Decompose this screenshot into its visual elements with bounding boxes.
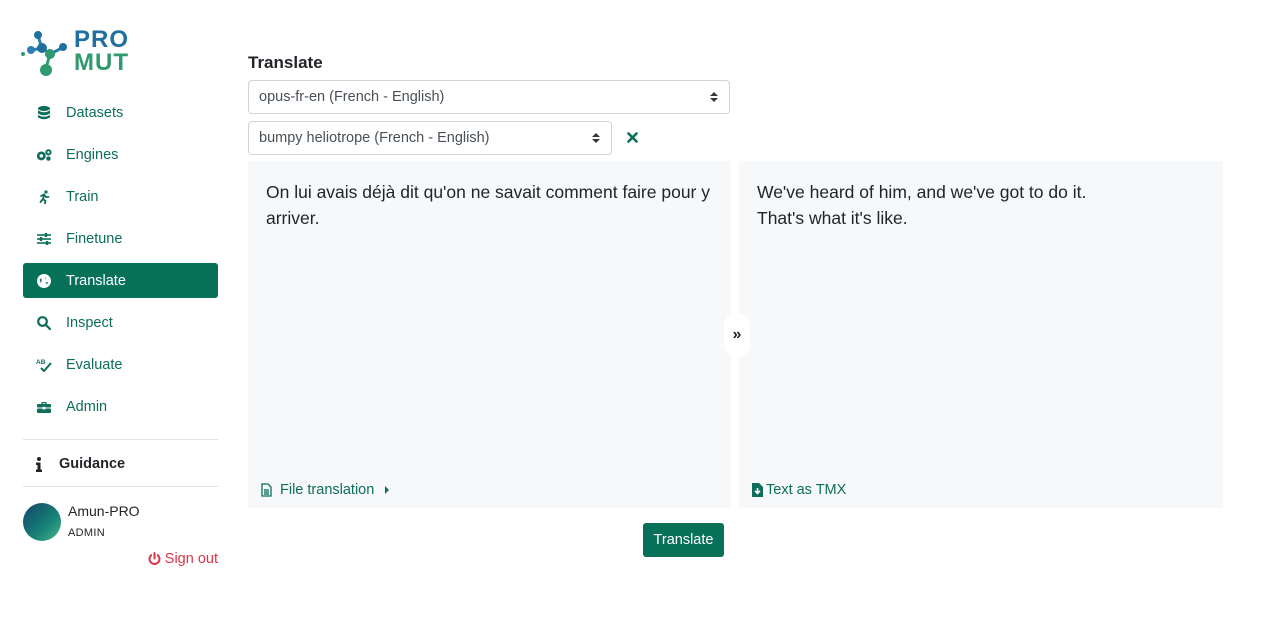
double-chevron-right-icon: » <box>732 326 742 343</box>
logo-line-2: MUT <box>74 49 129 76</box>
sidebar-item-datasets[interactable]: Datasets <box>23 95 218 130</box>
logo-line-1: PRO <box>74 26 130 53</box>
info-icon <box>31 456 47 472</box>
sign-out-link[interactable]: Sign out <box>23 551 218 567</box>
file-translation-link[interactable]: File translation <box>261 482 390 498</box>
sidebar-item-train[interactable]: Train <box>23 179 218 214</box>
file-icon <box>261 483 272 497</box>
user-role: ADMIN <box>68 527 105 539</box>
sidebar-nav: Datasets Engines Train Finetune Translat… <box>23 95 218 431</box>
sidebar-item-translate[interactable]: Translate <box>23 263 218 298</box>
select-caret-icon <box>591 131 601 145</box>
sidebar-item-evaluate[interactable]: AB Evaluate <box>23 347 218 382</box>
memory-select[interactable]: bumpy heliotrope (French - English) <box>248 121 612 155</box>
sidebar: PRO MUT Datasets Engines Train Finetune … <box>0 0 240 633</box>
user-panel: Amun-PRO ADMIN <box>23 500 218 550</box>
sidebar-item-guidance[interactable]: Guidance <box>23 450 218 478</box>
running-icon <box>36 189 52 205</box>
globe-icon <box>36 273 52 289</box>
logo-molecule-icon <box>21 31 67 76</box>
toolbox-icon <box>36 399 52 415</box>
text-as-tmx-link[interactable]: Text as TMX <box>752 482 846 498</box>
sidebar-item-finetune[interactable]: Finetune <box>23 221 218 256</box>
sidebar-item-admin[interactable]: Admin <box>23 389 218 424</box>
engine-select[interactable]: opus-fr-en (French - English) <box>248 80 730 114</box>
svg-text:AB: AB <box>36 359 46 366</box>
source-text[interactable]: On lui avais déjà dit qu'on ne savait co… <box>266 179 713 231</box>
sidebar-item-label: Train <box>66 188 99 205</box>
sliders-icon <box>36 231 52 247</box>
sidebar-item-label: Finetune <box>66 230 123 247</box>
text-as-tmx-label: Text as TMX <box>766 482 847 498</box>
page-title: Translate <box>248 53 323 72</box>
gears-icon <box>36 147 52 163</box>
clear-memory-close-icon[interactable] <box>624 128 640 146</box>
sidebar-item-label: Translate <box>66 272 126 289</box>
sidebar-divider <box>23 439 218 440</box>
select-caret-icon <box>709 90 719 104</box>
user-name: Amun-PRO <box>68 503 140 519</box>
database-icon <box>36 105 52 121</box>
caret-right-icon <box>384 486 390 494</box>
avatar[interactable] <box>23 503 61 541</box>
swap-direction-button[interactable]: » <box>724 313 750 357</box>
sidebar-item-label: Engines <box>66 146 119 163</box>
sidebar-item-label: Inspect <box>66 314 113 331</box>
spellcheck-icon: AB <box>36 357 52 373</box>
target-text: We've heard of him, and we've got to do … <box>757 182 1087 228</box>
sidebar-divider <box>23 486 218 487</box>
sidebar-item-inspect[interactable]: Inspect <box>23 305 218 340</box>
sign-out-label: Sign out <box>164 551 218 567</box>
guidance-label: Guidance <box>59 456 126 472</box>
sidebar-item-label: Admin <box>66 398 108 415</box>
engine-select-value: opus-fr-en (French - English) <box>259 89 445 105</box>
power-icon <box>148 552 161 566</box>
translate-button[interactable]: Translate <box>643 523 724 557</box>
sidebar-item-label: Datasets <box>66 104 124 121</box>
target-text-pane: We've heard of him, and we've got to do … <box>739 161 1223 508</box>
file-translation-label: File translation <box>280 482 375 498</box>
sidebar-item-label: Evaluate <box>66 356 123 373</box>
search-icon <box>36 315 52 331</box>
file-download-icon <box>752 483 763 497</box>
sidebar-item-engines[interactable]: Engines <box>23 137 218 172</box>
memory-select-value: bumpy heliotrope (French - English) <box>259 130 490 146</box>
logo-text: PRO MUT <box>74 26 130 76</box>
source-text-pane[interactable]: On lui avais déjà dit qu'on ne savait co… <box>248 161 731 508</box>
promut-logo[interactable]: PRO MUT <box>20 26 140 82</box>
